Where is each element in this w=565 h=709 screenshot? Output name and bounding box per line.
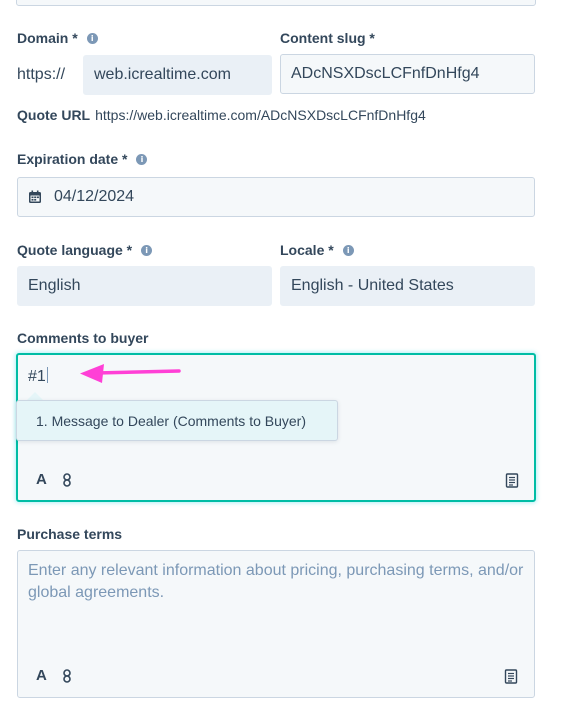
- comments-label: Comments to buyer: [17, 330, 149, 346]
- info-icon[interactable]: i: [86, 32, 98, 44]
- content-slug-value: ADcNSXDscLCFnfDnHfg4: [291, 65, 480, 82]
- expiration-date-value: 04/12/2024: [54, 188, 135, 205]
- info-icon[interactable]: i: [141, 244, 153, 256]
- purchase-terms-editor[interactable]: Enter any relevant information about pri…: [17, 550, 535, 698]
- suggestion-label: 1. Message to Dealer (Comments to Buyer): [36, 412, 306, 429]
- link-icon[interactable]: [63, 473, 71, 487]
- text-caret: [46, 367, 48, 383]
- info-icon[interactable]: i: [342, 244, 354, 256]
- domain-value: web.icrealtime.com: [94, 66, 231, 83]
- expiration-date-label: Expiration date * i: [17, 151, 148, 167]
- quote-language-value: English: [28, 277, 81, 294]
- previous-field[interactable]: [16, 0, 536, 6]
- expiration-date-input[interactable]: 04/12/2024: [17, 177, 535, 217]
- snippet-icon[interactable]: [505, 473, 519, 488]
- quote-language-field[interactable]: English: [17, 266, 272, 306]
- quote-language-label: Quote language * i: [17, 242, 153, 258]
- locale-field[interactable]: English - United States: [280, 266, 535, 306]
- domain-prefix: https://: [17, 66, 66, 83]
- info-icon[interactable]: i: [136, 153, 148, 165]
- suggestion-menu-item[interactable]: 1. Message to Dealer (Comments to Buyer): [16, 400, 338, 441]
- content-slug-label: Content slug *: [280, 30, 375, 46]
- purchase-terms-placeholder: Enter any relevant information about pri…: [28, 562, 524, 601]
- locale-label: Locale * i: [280, 242, 354, 258]
- locale-value: English - United States: [291, 277, 454, 294]
- quote-url-label: Quote URL: [17, 107, 91, 123]
- comments-text[interactable]: #1: [28, 367, 48, 386]
- text-format-button[interactable]: A: [36, 471, 47, 488]
- quote-url-value[interactable]: https://web.icrealtime.com/ADcNSXDscLCFn…: [95, 107, 426, 123]
- text-format-button[interactable]: A: [36, 667, 47, 684]
- purchase-terms-label: Purchase terms: [17, 526, 123, 542]
- snippet-icon[interactable]: [504, 669, 518, 684]
- calendar-icon: [29, 190, 41, 203]
- link-icon[interactable]: [63, 669, 71, 683]
- domain-label: Domain * i: [17, 30, 98, 46]
- arrow-annotation: [80, 364, 181, 383]
- quote-url: Quote URL https://web.icrealtime.com/ADcN…: [17, 107, 426, 123]
- domain-field[interactable]: web.icrealtime.com: [83, 55, 272, 95]
- content-slug-input[interactable]: ADcNSXDscLCFnfDnHfg4: [280, 54, 535, 94]
